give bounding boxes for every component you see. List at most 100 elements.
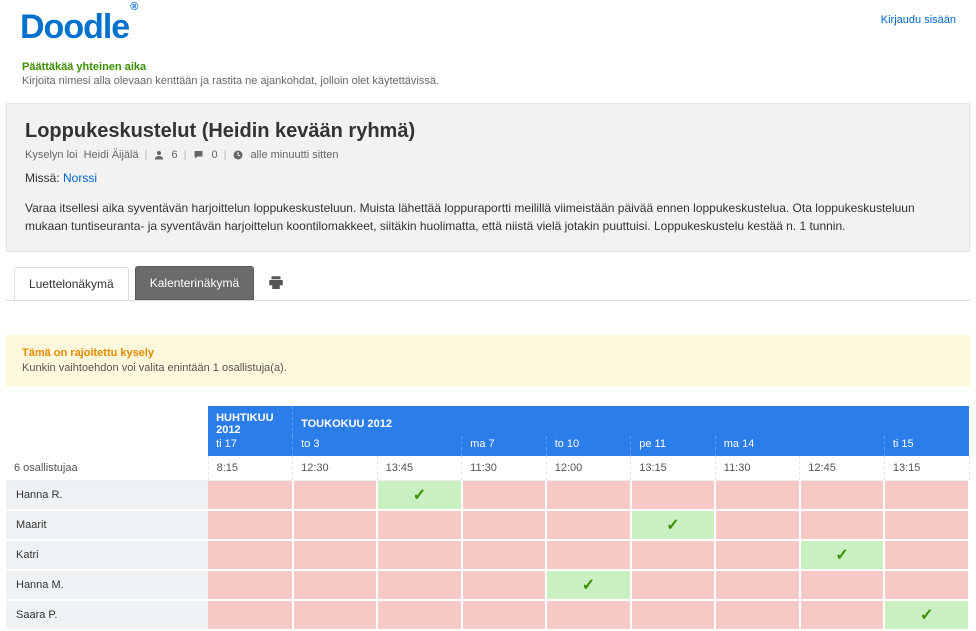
vote-no-cell[interactable] — [293, 600, 378, 630]
vote-no-cell[interactable] — [293, 510, 378, 540]
time-header: 11:30 — [462, 456, 547, 481]
month-header: TOUKOKUU 2012 — [293, 406, 969, 436]
vote-no-cell[interactable] — [800, 510, 885, 540]
check-icon: ✓ — [666, 517, 679, 534]
vote-no-cell[interactable] — [462, 600, 547, 630]
vote-no-cell[interactable] — [546, 510, 631, 540]
poll-panel: Loppukeskustelut (Heidin kevään ryhmä) K… — [6, 103, 970, 252]
vote-yes-cell[interactable]: ✓ — [631, 510, 716, 540]
poll-meta: Kyselyn loi Heidi Äijälä | 6 | 0 | alle … — [25, 149, 951, 161]
day-header: ti 15 — [884, 436, 969, 456]
check-icon: ✓ — [920, 607, 933, 624]
time-header: 13:15 — [631, 456, 716, 481]
vote-yes-cell[interactable]: ✓ — [800, 540, 885, 570]
vote-yes-cell[interactable]: ✓ — [546, 570, 631, 600]
person-icon — [153, 149, 165, 161]
poll-where: Missä: Norssi — [25, 171, 951, 185]
vote-yes-cell[interactable]: ✓ — [377, 481, 462, 511]
check-icon: ✓ — [413, 487, 426, 504]
time-header: 11:30 — [715, 456, 800, 481]
where-link[interactable]: Norssi — [63, 171, 97, 185]
vote-no-cell[interactable] — [884, 481, 969, 511]
vote-no-cell[interactable] — [293, 481, 378, 511]
comment-icon — [192, 149, 205, 161]
vote-no-cell[interactable] — [377, 570, 462, 600]
clock-icon — [232, 149, 244, 161]
participant-name: Hanna R. — [6, 481, 208, 511]
participant-name: Saara P. — [6, 600, 208, 630]
table-row: Hanna M. ✓ — [6, 570, 969, 600]
created-by-prefix: Kyselyn loi — [25, 149, 78, 161]
tab-list-view[interactable]: Luettelonäkymä — [14, 267, 129, 300]
vote-no-cell[interactable] — [546, 600, 631, 630]
vote-no-cell[interactable] — [208, 510, 293, 540]
vote-no-cell[interactable] — [377, 600, 462, 630]
vote-no-cell[interactable] — [208, 600, 293, 630]
poll-table: HUHTIKUU 2012TOUKOKUU 2012 ti 17to 3ma 7… — [6, 406, 970, 631]
vote-no-cell[interactable] — [884, 540, 969, 570]
vote-no-cell[interactable] — [546, 540, 631, 570]
month-header: HUHTIKUU 2012 — [208, 406, 293, 436]
participants-count-label: 6 osallistujaa — [6, 456, 208, 481]
warning-title: Tämä on rajoitettu kysely — [22, 347, 954, 359]
vote-no-cell[interactable] — [715, 600, 800, 630]
vote-no-cell[interactable] — [208, 570, 293, 600]
vote-no-cell[interactable] — [462, 510, 547, 540]
vote-no-cell[interactable] — [715, 540, 800, 570]
vote-no-cell[interactable] — [631, 600, 716, 630]
intro-title: Päättäkää yhteinen aika — [22, 61, 954, 73]
vote-no-cell[interactable] — [715, 481, 800, 511]
vote-no-cell[interactable] — [293, 570, 378, 600]
vote-no-cell[interactable] — [377, 540, 462, 570]
vote-no-cell[interactable] — [715, 570, 800, 600]
vote-no-cell[interactable] — [631, 570, 716, 600]
brand-reg: ® — [130, 1, 137, 13]
time-header: 12:45 — [800, 456, 885, 481]
vote-no-cell[interactable] — [884, 570, 969, 600]
vote-no-cell[interactable] — [800, 481, 885, 511]
time-header: 12:30 — [293, 456, 378, 481]
limited-poll-warning: Tämä on rajoitettu kysely Kunkin vaihtoe… — [6, 335, 970, 386]
vote-no-cell[interactable] — [715, 510, 800, 540]
day-header: ma 7 — [462, 436, 547, 456]
check-icon: ✓ — [835, 547, 848, 564]
participant-name: Katri — [6, 540, 208, 570]
day-header: to 10 — [546, 436, 631, 456]
poll-title: Loppukeskustelut (Heidin kevään ryhmä) — [25, 120, 951, 143]
print-icon[interactable] — [266, 274, 286, 292]
day-header: ma 14 — [715, 436, 884, 456]
vote-no-cell[interactable] — [293, 540, 378, 570]
time-header: 8:15 — [208, 456, 293, 481]
vote-no-cell[interactable] — [546, 481, 631, 511]
login-link[interactable]: Kirjaudu sisään — [881, 14, 956, 26]
vote-no-cell[interactable] — [462, 481, 547, 511]
day-header: pe 11 — [631, 436, 716, 456]
table-row: Maarit ✓ — [6, 510, 969, 540]
day-header: to 3 — [293, 436, 462, 456]
vote-no-cell[interactable] — [377, 510, 462, 540]
vote-no-cell[interactable] — [208, 481, 293, 511]
vote-no-cell[interactable] — [631, 540, 716, 570]
vote-no-cell[interactable] — [631, 481, 716, 511]
check-icon: ✓ — [582, 577, 595, 594]
time-ago: alle minuutti sitten — [250, 149, 338, 161]
brand-logo[interactable]: Doodle® — [20, 8, 136, 47]
warning-sub: Kunkin vaihtoehdon voi valita enintään 1… — [22, 362, 954, 374]
participant-name: Maarit — [6, 510, 208, 540]
brand-text: Doodle — [20, 8, 129, 46]
vote-no-cell[interactable] — [462, 540, 547, 570]
vote-no-cell[interactable] — [800, 600, 885, 630]
tab-calendar-view[interactable]: Kalenterinäkymä — [135, 266, 254, 300]
participant-name: Hanna M. — [6, 570, 208, 600]
day-header: ti 17 — [208, 436, 293, 456]
time-header: 13:15 — [884, 456, 969, 481]
vote-no-cell[interactable] — [462, 570, 547, 600]
vote-no-cell[interactable] — [208, 540, 293, 570]
created-by: Heidi Äijälä — [84, 149, 139, 161]
table-row: Saara P. ✓ — [6, 600, 969, 630]
vote-no-cell[interactable] — [800, 570, 885, 600]
vote-yes-cell[interactable]: ✓ — [884, 600, 969, 630]
vote-no-cell[interactable] — [884, 510, 969, 540]
participant-count: 6 — [171, 149, 177, 161]
poll-description: Varaa itsellesi aika syventävän harjoitt… — [25, 199, 925, 235]
